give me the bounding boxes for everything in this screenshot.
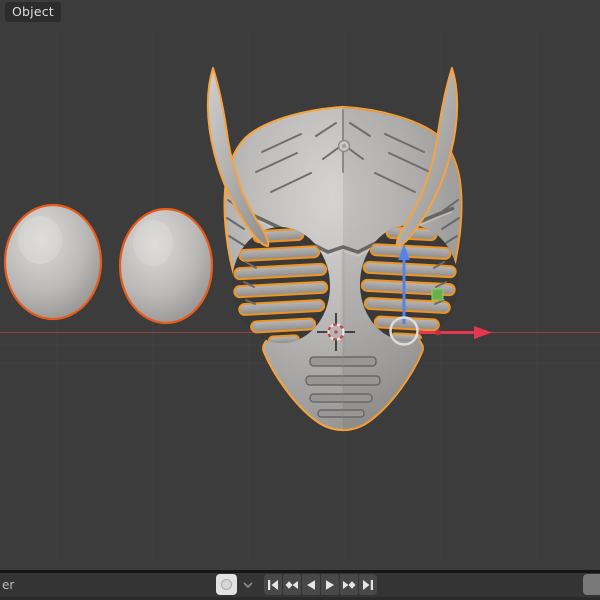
play-reverse-button[interactable] [302, 574, 320, 595]
3d-viewport[interactable]: Object [0, 0, 600, 570]
horned-mask-helmet[interactable] [206, 67, 463, 432]
play-icon [326, 579, 334, 590]
jump-to-end-button[interactable] [359, 574, 377, 595]
jump-to-start-icon [268, 579, 278, 590]
previous-keyframe-icon [285, 580, 298, 589]
play-button[interactable] [321, 574, 339, 595]
next-keyframe-button[interactable] [340, 574, 358, 595]
timeline-header: er [0, 573, 600, 597]
blender-window: Object er [0, 0, 600, 600]
timeline-menu-partial[interactable]: er [2, 574, 14, 596]
playback-controls [264, 574, 377, 595]
frame-current-field-partial[interactable] [583, 574, 600, 595]
jump-to-start-button[interactable] [264, 574, 282, 595]
play-reverse-icon [307, 579, 315, 590]
viewport-canvas [0, 30, 600, 560]
auto-key-record-icon [221, 579, 232, 590]
auto-key-button[interactable] [216, 574, 237, 595]
ovoid-lens-left[interactable] [3, 203, 103, 321]
previous-keyframe-button[interactable] [283, 574, 301, 595]
next-keyframe-icon [343, 580, 356, 589]
axis-origin-dot [435, 329, 441, 336]
chevron-down-icon[interactable] [243, 581, 253, 589]
jump-to-end-icon [363, 579, 373, 590]
y-axis-square-handle[interactable] [431, 288, 444, 301]
ovoid-lens-right[interactable] [118, 207, 214, 325]
interaction-mode-label[interactable]: Object [5, 2, 61, 22]
